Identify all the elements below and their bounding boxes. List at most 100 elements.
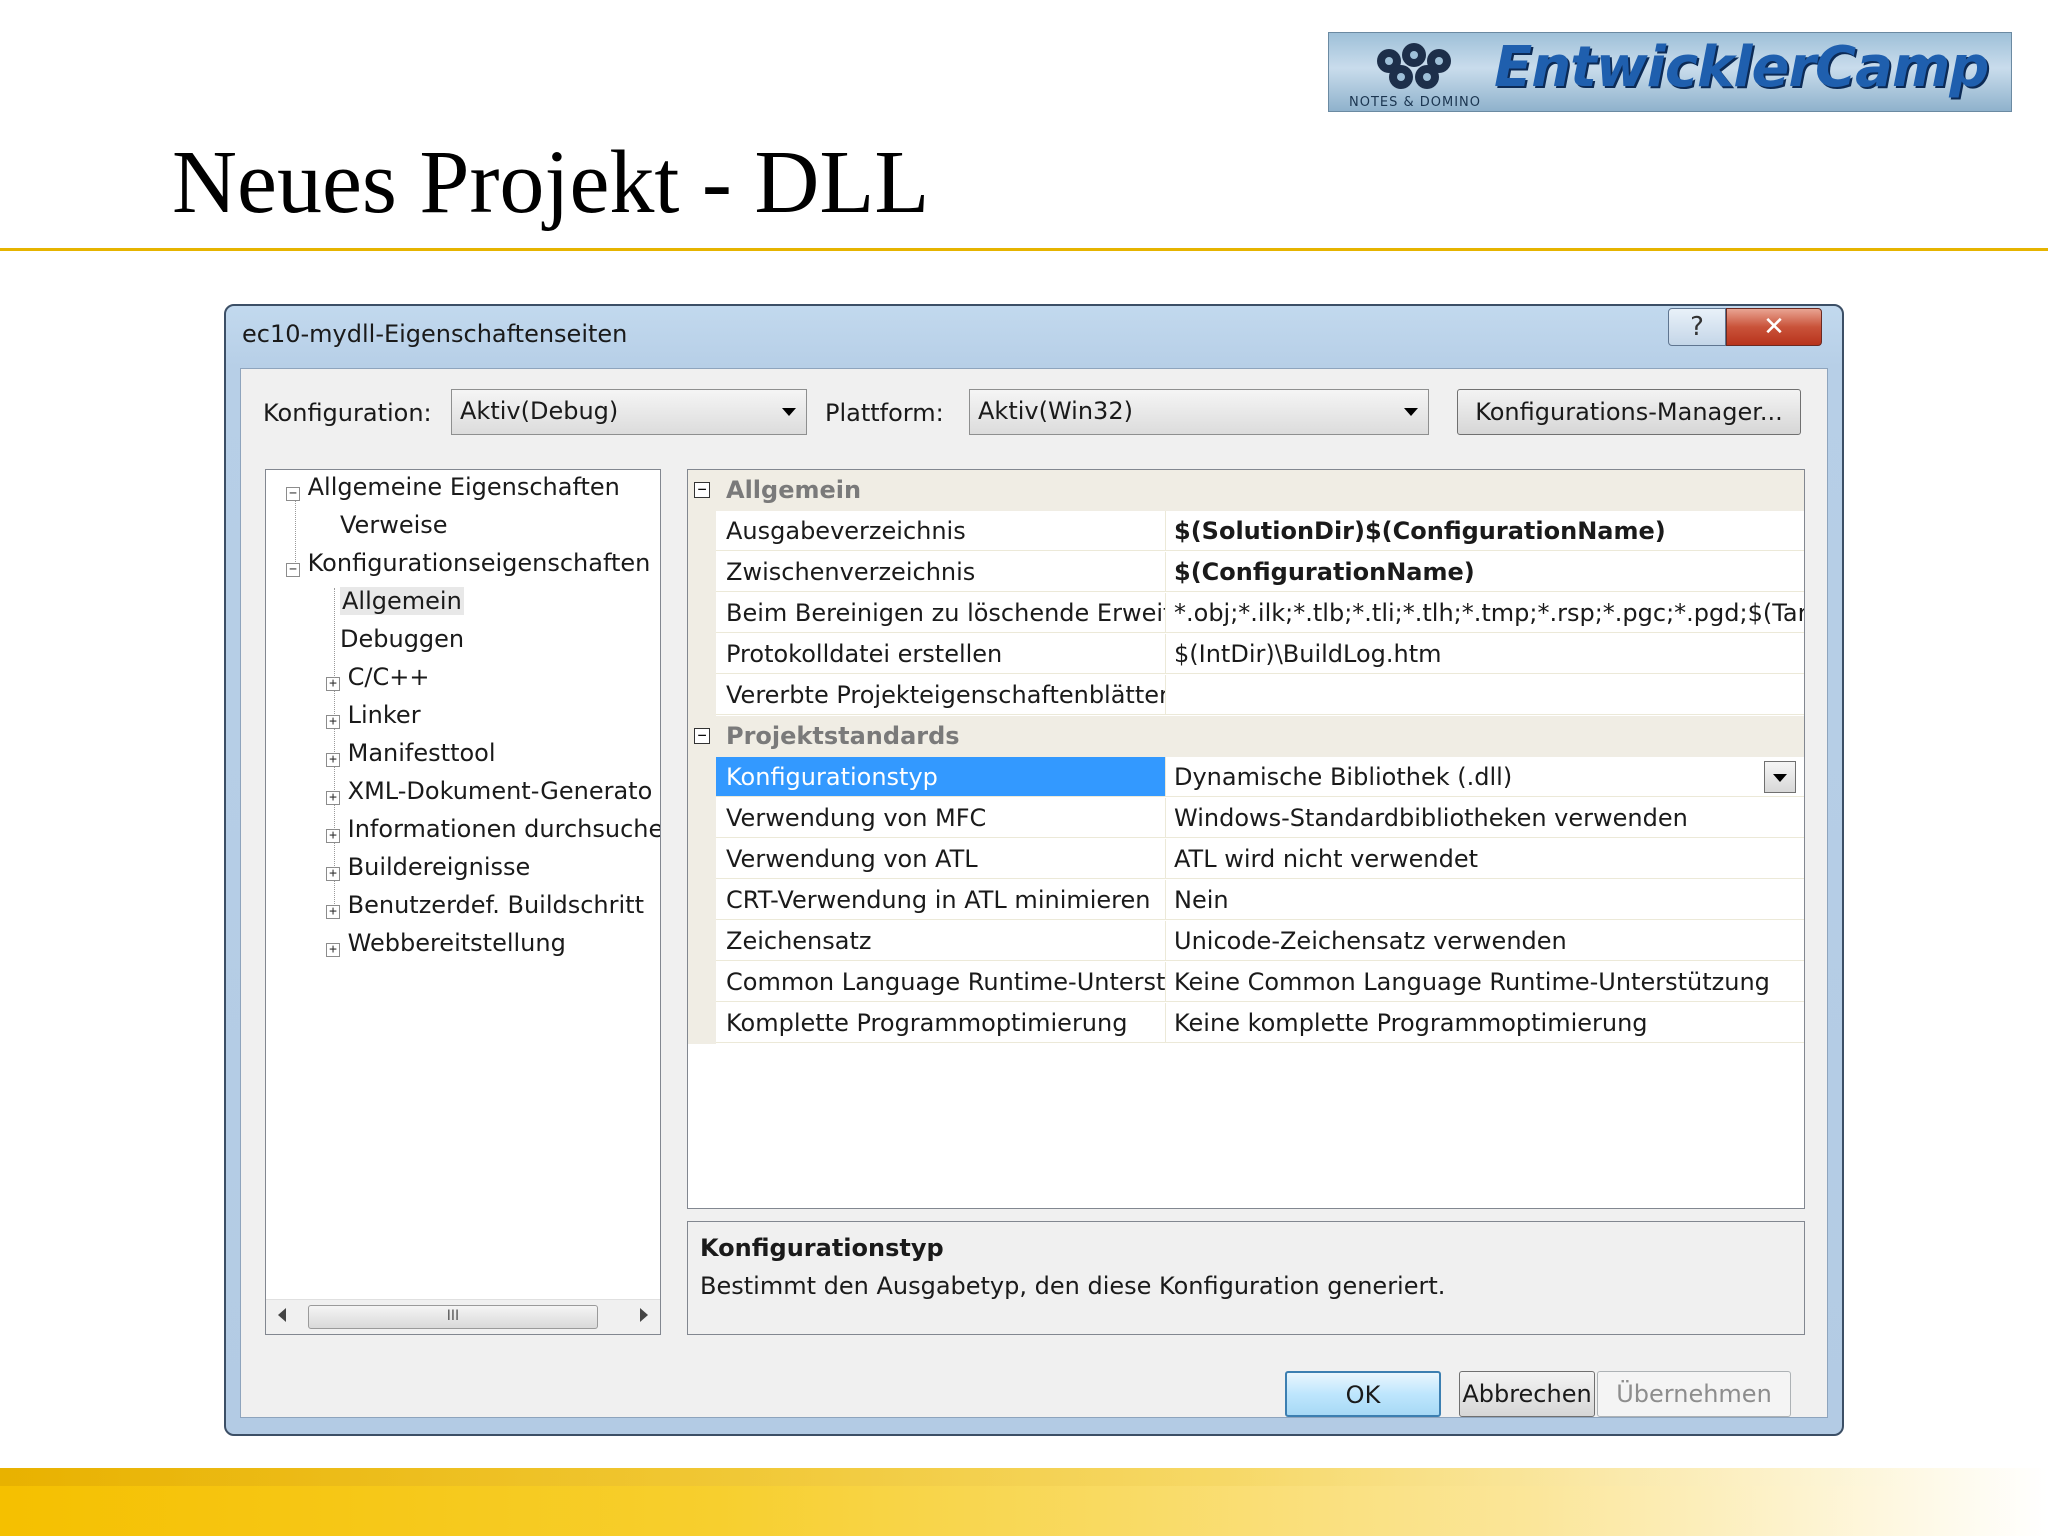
close-button[interactable]: ✕ bbox=[1726, 308, 1822, 346]
category-label: Allgemein bbox=[726, 476, 862, 504]
dialog-title: ec10-mydll-Eigenschaftenseiten bbox=[242, 320, 628, 348]
category-allgemein[interactable]: − Allgemein bbox=[688, 470, 1804, 511]
property-row[interactable]: Common Language Runtime-Unterstü Keine C… bbox=[688, 962, 1804, 1003]
collapse-icon[interactable]: − bbox=[694, 482, 710, 498]
chevron-down-icon bbox=[1404, 408, 1418, 416]
tree-item-manifesttool[interactable]: + Manifesttool bbox=[326, 736, 496, 770]
slide-footer-band bbox=[0, 1468, 2048, 1536]
collapse-icon[interactable]: − bbox=[286, 563, 300, 577]
configuration-value: Aktiv(Debug) bbox=[460, 397, 619, 425]
property-row[interactable]: CRT-Verwendung in ATL minimieren Nein bbox=[688, 880, 1804, 921]
property-value[interactable]: $(SolutionDir)$(ConfigurationName) bbox=[1166, 511, 1804, 551]
expand-icon[interactable]: + bbox=[326, 791, 340, 805]
property-name: Common Language Runtime-Unterstü bbox=[716, 962, 1166, 1002]
tree-item-cpp[interactable]: + C/C++ bbox=[326, 660, 429, 694]
property-row[interactable]: Komplette Programmoptimierung Keine komp… bbox=[688, 1003, 1804, 1044]
property-value[interactable]: $(ConfigurationName) bbox=[1166, 552, 1804, 592]
property-value[interactable]: $(IntDir)\BuildLog.htm bbox=[1166, 634, 1804, 674]
collapse-icon[interactable]: − bbox=[286, 487, 300, 501]
tree-horizontal-scrollbar[interactable]: III bbox=[266, 1299, 660, 1334]
property-row[interactable]: Protokolldatei erstellen $(IntDir)\Build… bbox=[688, 634, 1804, 675]
tree-item-informationen-durchsuchen[interactable]: + Informationen durchsuche bbox=[326, 812, 660, 846]
configuration-dropdown[interactable]: Aktiv(Debug) bbox=[451, 389, 807, 435]
tree-item-label: Benutzerdef. Buildschritt bbox=[347, 891, 644, 919]
tree-item-verweise[interactable]: Verweise bbox=[326, 508, 448, 542]
expand-icon[interactable]: + bbox=[326, 753, 340, 767]
property-tree: − Allgemeine Eigenschaften Verweise − Ko… bbox=[265, 469, 661, 1335]
tree-item-konfigurationseigenschaften[interactable]: − Konfigurationseigenschaften bbox=[286, 546, 650, 580]
tree-item-linker[interactable]: + Linker bbox=[326, 698, 421, 732]
tree-item-label: Buildereignisse bbox=[347, 853, 531, 881]
tree-item-allgemeine-eigenschaften[interactable]: − Allgemeine Eigenschaften bbox=[286, 470, 620, 504]
property-value[interactable]: Nein bbox=[1166, 880, 1804, 920]
property-name: Zeichensatz bbox=[716, 921, 1166, 961]
property-row[interactable]: Zwischenverzeichnis $(ConfigurationName) bbox=[688, 552, 1804, 593]
property-value[interactable]: ATL wird nicht verwendet bbox=[1166, 839, 1804, 879]
cancel-button[interactable]: Abbrechen bbox=[1459, 1371, 1595, 1417]
property-row[interactable]: Ausgabeverzeichnis $(SolutionDir)$(Confi… bbox=[688, 511, 1804, 552]
property-name: Komplette Programmoptimierung bbox=[716, 1003, 1166, 1043]
property-name: Ausgabeverzeichnis bbox=[716, 511, 1166, 551]
tree-item-label: Manifesttool bbox=[347, 739, 496, 767]
expand-icon[interactable]: + bbox=[326, 867, 340, 881]
property-value[interactable]: Keine komplette Programmoptimierung bbox=[1166, 1003, 1804, 1043]
property-name: Beim Bereinigen zu löschende Erweiteru bbox=[716, 593, 1166, 633]
property-name: CRT-Verwendung in ATL minimieren bbox=[716, 880, 1166, 920]
property-value[interactable] bbox=[1166, 675, 1804, 715]
tree-item-webbereitstellung[interactable]: + Webbereitstellung bbox=[326, 926, 566, 960]
expand-icon[interactable]: + bbox=[326, 677, 340, 691]
ok-button[interactable]: OK bbox=[1285, 1371, 1441, 1417]
property-value[interactable]: Keine Common Language Runtime-Unterstütz… bbox=[1166, 962, 1804, 1002]
scroll-left-icon[interactable] bbox=[278, 1308, 286, 1322]
tree-item-xml-dokument-generator[interactable]: + XML-Dokument-Generato bbox=[326, 774, 652, 808]
tree-item-label: Webbereitstellung bbox=[347, 929, 566, 957]
property-value[interactable]: *.obj;*.ilk;*.tlb;*.tli;*.tlh;*.tmp;*.rs… bbox=[1166, 593, 1804, 633]
tree-item-label: Linker bbox=[347, 701, 421, 729]
property-row[interactable]: Verwendung von ATL ATL wird nicht verwen… bbox=[688, 839, 1804, 880]
property-name: Verwendung von MFC bbox=[716, 798, 1166, 838]
property-name: Konfigurationstyp bbox=[716, 757, 1166, 797]
configuration-manager-button[interactable]: Konfigurations-Manager... bbox=[1457, 389, 1801, 435]
dropdown-arrow-icon[interactable] bbox=[1764, 761, 1796, 793]
category-projektstandards[interactable]: − Projektstandards bbox=[688, 716, 1804, 757]
expand-icon[interactable]: + bbox=[326, 943, 340, 957]
expand-icon[interactable]: + bbox=[326, 905, 340, 919]
property-pages-dialog: ec10-mydll-Eigenschaftenseiten ? ✕ Konfi… bbox=[224, 304, 1844, 1436]
tree-item-buildereignisse[interactable]: + Buildereignisse bbox=[326, 850, 530, 884]
property-value[interactable]: Windows-Standardbibliotheken verwenden bbox=[1166, 798, 1804, 838]
tree-item-debuggen[interactable]: Debuggen bbox=[326, 622, 464, 656]
tree-item-benutzerdef-buildschritt[interactable]: + Benutzerdef. Buildschritt bbox=[326, 888, 644, 922]
apply-button[interactable]: Übernehmen bbox=[1597, 1371, 1791, 1417]
collapse-icon[interactable]: − bbox=[694, 728, 710, 744]
tree-item-label: XML-Dokument-Generato bbox=[347, 777, 653, 805]
help-button[interactable]: ? bbox=[1668, 308, 1726, 346]
tree-item-label: Debuggen bbox=[340, 625, 465, 653]
description-text: Bestimmt den Ausgabetyp, den diese Konfi… bbox=[700, 1272, 1446, 1300]
tree-item-allgemein[interactable]: Allgemein bbox=[326, 584, 464, 618]
property-row-selected[interactable]: Konfigurationstyp Dynamische Bibliothek … bbox=[688, 757, 1804, 798]
property-row[interactable]: Verwendung von MFC Windows-Standardbibli… bbox=[688, 798, 1804, 839]
tree-item-label: Konfigurationseigenschaften bbox=[307, 549, 651, 577]
description-title: Konfigurationstyp bbox=[700, 1234, 944, 1262]
property-row[interactable]: Vererbte Projekteigenschaftenblätter bbox=[688, 675, 1804, 716]
property-value[interactable]: Unicode-Zeichensatz verwenden bbox=[1166, 921, 1804, 961]
platform-dropdown[interactable]: Aktiv(Win32) bbox=[969, 389, 1429, 435]
title-divider bbox=[0, 248, 2048, 251]
scroll-right-icon[interactable] bbox=[640, 1308, 648, 1322]
expand-icon[interactable]: + bbox=[326, 715, 340, 729]
tree-item-label: Allgemein bbox=[340, 587, 464, 615]
logo-text: EntwicklerCamp '10 bbox=[1494, 35, 2011, 100]
property-name: Protokolldatei erstellen bbox=[716, 634, 1166, 674]
slide-title: Neues Projekt - DLL bbox=[172, 133, 930, 232]
chevron-down-icon bbox=[782, 408, 796, 416]
property-row[interactable]: Zeichensatz Unicode-Zeichensatz verwende… bbox=[688, 921, 1804, 962]
tree-item-label: C/C++ bbox=[347, 663, 430, 691]
property-name: Verwendung von ATL bbox=[716, 839, 1166, 879]
logo-subtext: NOTES & DOMINO bbox=[1349, 95, 1482, 110]
property-value-dropdown[interactable]: Dynamische Bibliothek (.dll) bbox=[1166, 757, 1804, 797]
expand-icon[interactable]: + bbox=[326, 829, 340, 843]
property-row[interactable]: Beim Bereinigen zu löschende Erweiteru *… bbox=[688, 593, 1804, 634]
property-name: Zwischenverzeichnis bbox=[716, 552, 1166, 592]
property-grid: − Allgemein Ausgabeverzeichnis $(Solutio… bbox=[687, 469, 1805, 1209]
scrollbar-thumb[interactable]: III bbox=[308, 1305, 598, 1329]
